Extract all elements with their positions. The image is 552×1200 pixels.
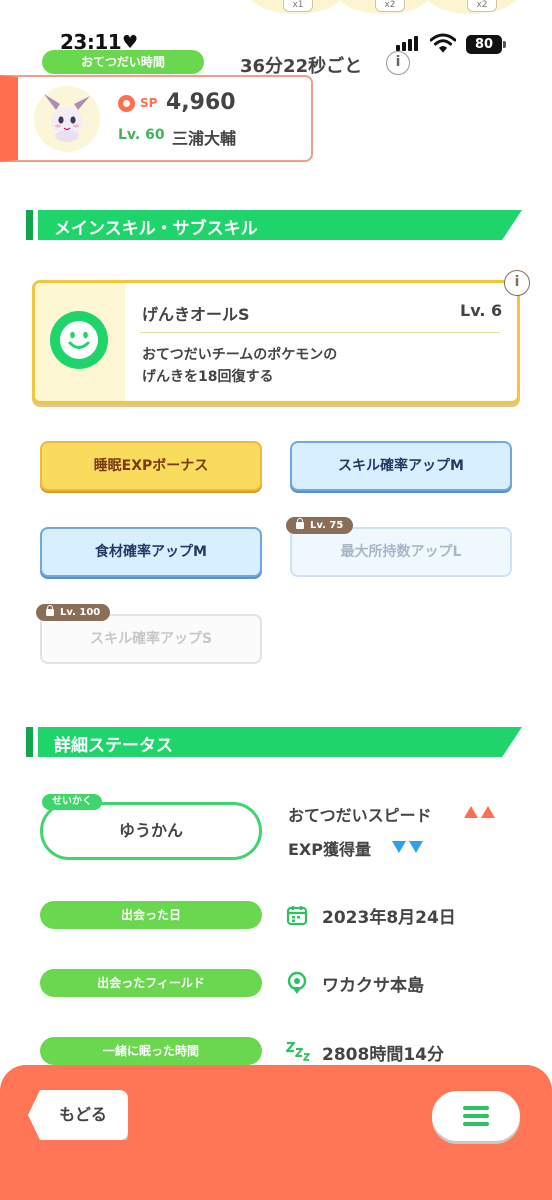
sub-skill-sleep-exp-bonus[interactable]: 睡眠EXPボーナス xyxy=(40,441,262,491)
sleep-zzz-icon xyxy=(285,1041,310,1061)
sub-skill-skill-trigger-s[interactable]: スキル確率アップS xyxy=(40,614,262,664)
menu-button[interactable] xyxy=(432,1091,520,1141)
pokemon-sprite-icon xyxy=(44,94,90,142)
met-field-label: 出会ったフィールド xyxy=(40,969,262,997)
menu-icon-line-3 xyxy=(463,1122,489,1126)
sp-value: 4,960 xyxy=(166,90,236,115)
skill-info-icon[interactable]: i xyxy=(504,270,530,296)
main-skill-name: げんきオールS xyxy=(142,305,250,324)
sp-icon xyxy=(118,95,135,112)
battery-icon: 80 xyxy=(466,35,502,54)
menu-icon-line-1 xyxy=(463,1106,489,1110)
top-badge-1: x1 xyxy=(283,0,313,12)
top-badge-3: x2 xyxy=(467,0,497,12)
battery-nub xyxy=(503,41,506,48)
sub-skill-ingredient-finder-m[interactable]: 食材確率アップM xyxy=(40,527,262,577)
up-arrow-icon-1 xyxy=(464,806,478,818)
pokemon-level: Lv. 60 xyxy=(118,127,165,143)
calendar-icon xyxy=(286,906,308,926)
main-skill-desc-line2: げんきを18回復する xyxy=(142,369,274,385)
top-badge-2: x2 xyxy=(375,0,405,12)
sub-skill-skill-trigger-m[interactable]: スキル確率アップM xyxy=(290,441,512,491)
sleep-time-label: 一緒に眠った時間 xyxy=(40,1037,262,1065)
helper-time-label: おてつだい時間 xyxy=(42,50,204,74)
main-skill-description: おてつだいチームのポケモンの げんきを18回復する xyxy=(142,344,337,388)
back-button[interactable]: もどる xyxy=(28,1090,128,1140)
met-field-value: ワカクサ本島 xyxy=(322,976,424,996)
sleep-time-value: 2808時間14分 xyxy=(322,1045,444,1065)
sp-label: SP xyxy=(140,96,158,110)
status-section-title: 詳細ステータス xyxy=(54,736,173,756)
menu-icon-line-2 xyxy=(463,1114,489,1118)
info-icon[interactable]: i xyxy=(386,51,410,75)
skills-section-title: メインスキル・サブスキル xyxy=(54,219,258,239)
main-skill-desc-line1: おてつだいチームのポケモンの xyxy=(142,347,338,363)
sub-skill-inventory-up-l[interactable]: 最大所持数アップL xyxy=(290,527,512,577)
up-arrow-icon-2 xyxy=(481,806,495,818)
main-skill-divider xyxy=(140,332,500,333)
signal-icon xyxy=(396,36,418,51)
nature-box[interactable]: ゆうかん xyxy=(40,802,262,860)
nature-down-label: EXP獲得量 xyxy=(288,840,371,859)
down-arrow-icon-2 xyxy=(409,841,423,853)
location-pin-icon xyxy=(287,971,307,994)
lock-tag-lv100: Lv. 100 xyxy=(36,604,111,621)
trainer-name: 三浦大輔 xyxy=(172,129,237,148)
met-date-label: 出会った日 xyxy=(40,901,262,929)
pokemon-avatar xyxy=(34,86,100,152)
down-arrow-icon-1 xyxy=(392,841,406,853)
wifi-icon xyxy=(430,33,456,53)
met-date-value: 2023年8月24日 xyxy=(322,908,456,928)
nature-up-label: おてつだいスピード xyxy=(288,806,432,825)
main-skill-level: Lv. 6 xyxy=(460,301,503,320)
smile-icon xyxy=(50,311,108,369)
lock-tag-lv75: Lv. 75 xyxy=(286,517,354,534)
nature-tag: せいかく xyxy=(42,794,102,810)
